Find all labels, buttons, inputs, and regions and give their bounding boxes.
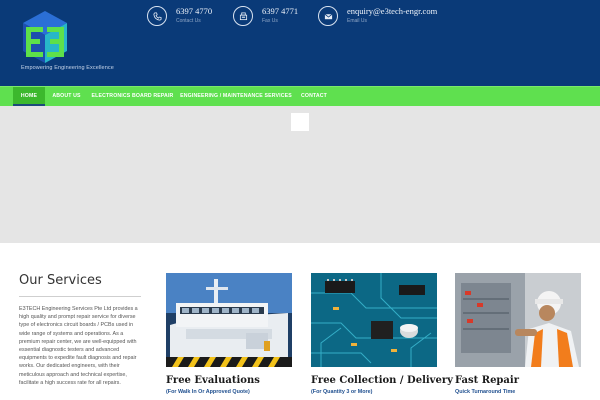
site-header: Empowering Engineering Excellence 6397 4… <box>0 0 600 86</box>
nav-item-about-us[interactable]: ABOUT US <box>48 87 85 106</box>
phone-label: Contact Us <box>176 17 201 24</box>
nav-item-electronics-board-repair[interactable]: ELECTRONICS BOARD REPAIR <box>90 87 175 106</box>
email-icon <box>318 6 338 26</box>
contact-phone[interactable]: 6397 4770 Contact Us <box>147 6 212 28</box>
nav-item-engineering-maintenance[interactable]: ENGINEERING / MAINTENANCE SERVICES <box>180 87 292 106</box>
card-title-free-collection-delivery: Free Collection / Delivery <box>311 375 453 386</box>
main-navigation: HOME ABOUT US ELECTRONICS BOARD REPAIR E… <box>0 86 600 106</box>
card-title-free-evaluations: Free Evaluations <box>166 375 260 386</box>
nav-item-home[interactable]: HOME <box>13 87 45 106</box>
contact-email[interactable]: enquiry@e3tech-engr.com Email Us <box>318 6 437 28</box>
fax-number[interactable]: 6397 4771 <box>262 7 298 16</box>
email-address[interactable]: enquiry@e3tech-engr.com <box>347 7 437 16</box>
services-divider <box>19 296 141 297</box>
engineer-repair-image <box>455 273 581 367</box>
e3tech-logo[interactable] <box>20 10 70 65</box>
fax-label: Fax Us <box>262 17 278 24</box>
email-label: Email Us <box>347 17 368 24</box>
slider-loader <box>291 113 309 131</box>
card-title-fast-repair: Fast Repair <box>455 375 519 386</box>
phone-icon <box>147 6 167 26</box>
brand-tagline: Empowering Engineering Excellence <box>21 65 114 71</box>
circuit-board-image <box>311 273 437 367</box>
contact-fax[interactable]: 6397 4771 Fax Us <box>233 6 298 28</box>
nav-item-contact[interactable]: CONTACT <box>297 87 331 106</box>
fax-icon <box>233 6 253 26</box>
services-description: E3TECH Engineering Services Pte Ltd prov… <box>19 306 138 386</box>
phone-number[interactable]: 6397 4770 <box>176 7 212 16</box>
card-subtitle-free-evaluations: (For Walk In Or Approved Quote) <box>166 389 250 395</box>
hero-slider[interactable] <box>0 106 600 243</box>
card-subtitle-fast-repair: Quick Turnaround Time <box>455 389 516 395</box>
card-subtitle-free-collection-delivery: (For Quantity 3 or More) <box>311 389 373 395</box>
ship-image <box>166 273 292 367</box>
services-heading: Our Services <box>19 273 102 288</box>
